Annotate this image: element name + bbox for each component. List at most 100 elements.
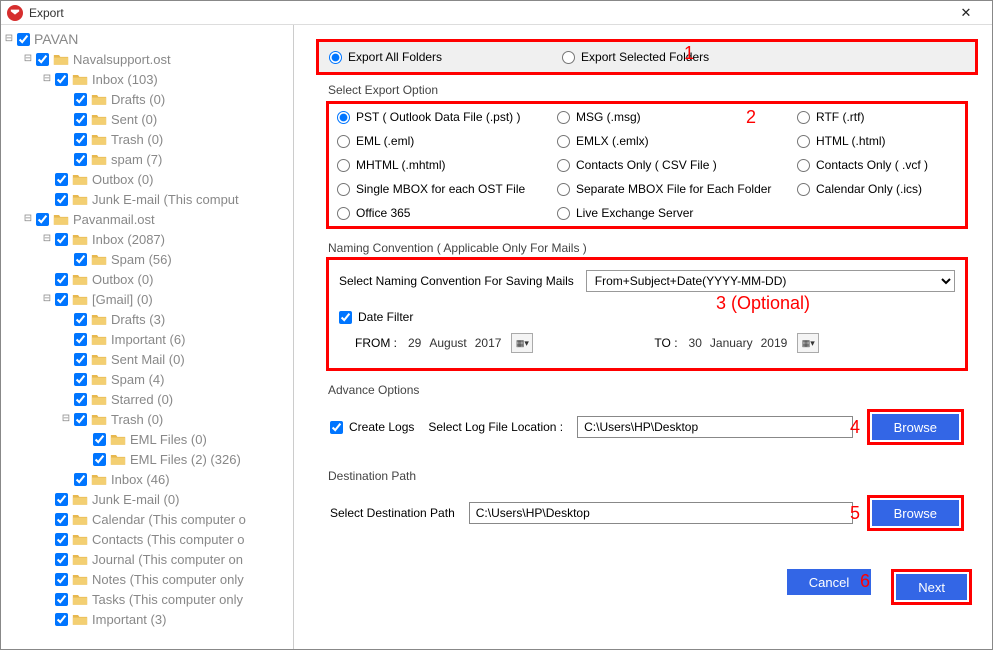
tree-item[interactable]: ⊟Navalsupport.ost bbox=[22, 49, 293, 69]
tree-item[interactable]: Tasks (This computer only bbox=[41, 589, 293, 609]
tree-item[interactable]: spam (7) bbox=[60, 149, 293, 169]
tree-checkbox[interactable] bbox=[74, 153, 87, 166]
tree-checkbox[interactable] bbox=[74, 113, 87, 126]
export-format-option[interactable]: EML (.eml) bbox=[337, 134, 547, 148]
cancel-button[interactable]: Cancel bbox=[787, 569, 871, 595]
export-format-option[interactable]: RTF (.rtf) bbox=[797, 110, 977, 124]
tree-checkbox[interactable] bbox=[55, 233, 68, 246]
collapse-icon[interactable]: ⊟ bbox=[3, 34, 15, 44]
calendar-icon[interactable]: ▦▾ bbox=[797, 333, 819, 353]
tree-checkbox[interactable] bbox=[74, 133, 87, 146]
collapse-icon[interactable]: ⊟ bbox=[41, 74, 53, 84]
tree-item[interactable]: EML Files (2) (326) bbox=[79, 449, 293, 469]
tree-checkbox[interactable] bbox=[74, 413, 87, 426]
next-button[interactable]: Next bbox=[896, 574, 967, 600]
tree-checkbox[interactable] bbox=[55, 293, 68, 306]
log-path-input[interactable] bbox=[577, 416, 853, 438]
tree-checkbox[interactable] bbox=[74, 313, 87, 326]
export-selected-folders-radio[interactable]: Export Selected Folders bbox=[562, 50, 709, 64]
tree-checkbox[interactable] bbox=[74, 473, 87, 486]
export-format-option[interactable]: PST ( Outlook Data File (.pst) ) bbox=[337, 110, 547, 124]
tree-item[interactable]: ⊟Trash (0) bbox=[60, 409, 293, 429]
tree-item[interactable]: Outbox (0) bbox=[41, 169, 293, 189]
tree-checkbox[interactable] bbox=[55, 613, 68, 626]
tree-checkbox[interactable] bbox=[55, 173, 68, 186]
tree-item[interactable]: Important (6) bbox=[60, 329, 293, 349]
tree-checkbox[interactable] bbox=[36, 53, 49, 66]
tree-checkbox[interactable] bbox=[55, 513, 68, 526]
export-format-option[interactable]: EMLX (.emlx) bbox=[557, 134, 787, 148]
tree-checkbox[interactable] bbox=[36, 213, 49, 226]
tree-item[interactable]: Spam (56) bbox=[60, 249, 293, 269]
folder-tree-pane[interactable]: ⊟PAVAN⊟Navalsupport.ost⊟Inbox (103)Draft… bbox=[1, 25, 294, 649]
date-from-picker[interactable]: 29 August 2017 ▦▾ bbox=[403, 332, 534, 354]
tree-item[interactable]: ⊟Pavanmail.ost bbox=[22, 209, 293, 229]
destination-path-input[interactable] bbox=[469, 502, 853, 524]
create-logs-checkbox[interactable]: Create Logs bbox=[330, 420, 414, 434]
tree-item[interactable]: Spam (4) bbox=[60, 369, 293, 389]
tree-item[interactable]: Sent Mail (0) bbox=[60, 349, 293, 369]
export-all-folders-radio[interactable]: Export All Folders bbox=[329, 50, 442, 64]
export-format-option[interactable]: Single MBOX for each OST File bbox=[337, 182, 547, 196]
tree-checkbox[interactable] bbox=[93, 433, 106, 446]
tree-checkbox[interactable] bbox=[93, 453, 106, 466]
tree-item[interactable]: Drafts (3) bbox=[60, 309, 293, 329]
export-format-option[interactable]: Separate MBOX File for Each Folder bbox=[557, 182, 787, 196]
export-format-option[interactable]: Live Exchange Server bbox=[557, 206, 787, 220]
tree-checkbox[interactable] bbox=[55, 573, 68, 586]
tree-checkbox[interactable] bbox=[74, 373, 87, 386]
tree-checkbox[interactable] bbox=[55, 273, 68, 286]
browse-log-button[interactable]: Browse bbox=[872, 414, 959, 440]
tree-checkbox[interactable] bbox=[55, 533, 68, 546]
export-format-option[interactable]: Contacts Only ( .vcf ) bbox=[797, 158, 977, 172]
tree-item[interactable]: Notes (This computer only bbox=[41, 569, 293, 589]
collapse-icon[interactable]: ⊟ bbox=[60, 414, 72, 424]
naming-select[interactable]: From+Subject+Date(YYYY-MM-DD) bbox=[586, 270, 955, 292]
tree-checkbox[interactable] bbox=[55, 493, 68, 506]
tree-item[interactable]: ⊟PAVAN bbox=[3, 29, 293, 49]
tree-item[interactable]: Outbox (0) bbox=[41, 269, 293, 289]
tree-item[interactable]: Junk E-mail (0) bbox=[41, 489, 293, 509]
export-format-option[interactable]: HTML (.html) bbox=[797, 134, 977, 148]
tree-item[interactable]: Important (3) bbox=[41, 609, 293, 629]
tree-item[interactable]: Starred (0) bbox=[60, 389, 293, 409]
tree-checkbox[interactable] bbox=[55, 593, 68, 606]
tree-item[interactable]: EML Files (0) bbox=[79, 429, 293, 449]
tree-item[interactable]: Drafts (0) bbox=[60, 89, 293, 109]
tree-checkbox[interactable] bbox=[74, 93, 87, 106]
collapse-icon[interactable]: ⊟ bbox=[41, 234, 53, 244]
export-format-option[interactable]: Office 365 bbox=[337, 206, 547, 220]
tree-item[interactable]: Inbox (46) bbox=[60, 469, 293, 489]
calendar-icon[interactable]: ▦▾ bbox=[511, 333, 533, 353]
tree-checkbox[interactable] bbox=[55, 193, 68, 206]
export-format-label: Contacts Only ( .vcf ) bbox=[816, 158, 928, 172]
date-to-picker[interactable]: 30 January 2019 ▦▾ bbox=[684, 332, 821, 354]
tree-checkbox[interactable] bbox=[74, 333, 87, 346]
date-filter-checkbox[interactable]: Date Filter bbox=[339, 310, 955, 324]
tree-checkbox[interactable] bbox=[74, 353, 87, 366]
browse-destination-button[interactable]: Browse bbox=[872, 500, 959, 526]
export-format-option[interactable]: MSG (.msg) bbox=[557, 110, 787, 124]
export-format-option[interactable]: MHTML (.mhtml) bbox=[337, 158, 547, 172]
tree-item[interactable]: Calendar (This computer o bbox=[41, 509, 293, 529]
tree-checkbox[interactable] bbox=[55, 73, 68, 86]
tree-item[interactable]: Contacts (This computer o bbox=[41, 529, 293, 549]
tree-item[interactable]: ⊟Inbox (2087) bbox=[41, 229, 293, 249]
tree-checkbox[interactable] bbox=[74, 393, 87, 406]
tree-item[interactable]: ⊟Inbox (103) bbox=[41, 69, 293, 89]
tree-item[interactable]: ⊟[Gmail] (0) bbox=[41, 289, 293, 309]
export-format-label: Live Exchange Server bbox=[576, 206, 693, 220]
export-format-option[interactable]: Calendar Only (.ics) bbox=[797, 182, 977, 196]
tree-item[interactable]: Sent (0) bbox=[60, 109, 293, 129]
export-format-option[interactable]: Contacts Only ( CSV File ) bbox=[557, 158, 787, 172]
tree-item[interactable]: Trash (0) bbox=[60, 129, 293, 149]
collapse-icon[interactable]: ⊟ bbox=[22, 214, 34, 224]
collapse-icon[interactable]: ⊟ bbox=[41, 294, 53, 304]
collapse-icon[interactable]: ⊟ bbox=[22, 54, 34, 64]
tree-checkbox[interactable] bbox=[74, 253, 87, 266]
tree-item[interactable]: Journal (This computer on bbox=[41, 549, 293, 569]
tree-item[interactable]: Junk E-mail (This comput bbox=[41, 189, 293, 209]
tree-checkbox[interactable] bbox=[55, 553, 68, 566]
close-button[interactable]: ✕ bbox=[946, 5, 986, 21]
tree-checkbox[interactable] bbox=[17, 33, 30, 46]
